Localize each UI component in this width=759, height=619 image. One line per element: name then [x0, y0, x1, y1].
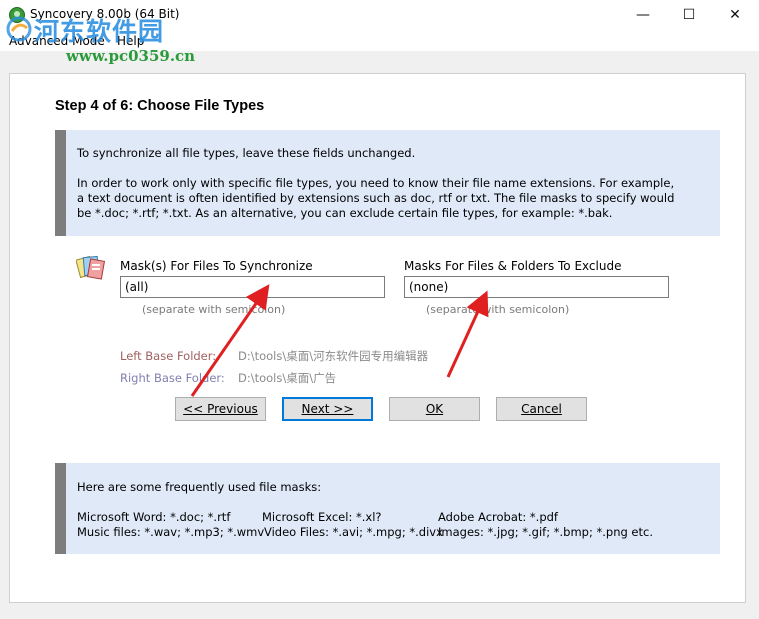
- annotation-arrows: [190, 284, 489, 397]
- arrow-include-mask: [190, 284, 270, 397]
- arrow-exclude-mask: [446, 290, 489, 378]
